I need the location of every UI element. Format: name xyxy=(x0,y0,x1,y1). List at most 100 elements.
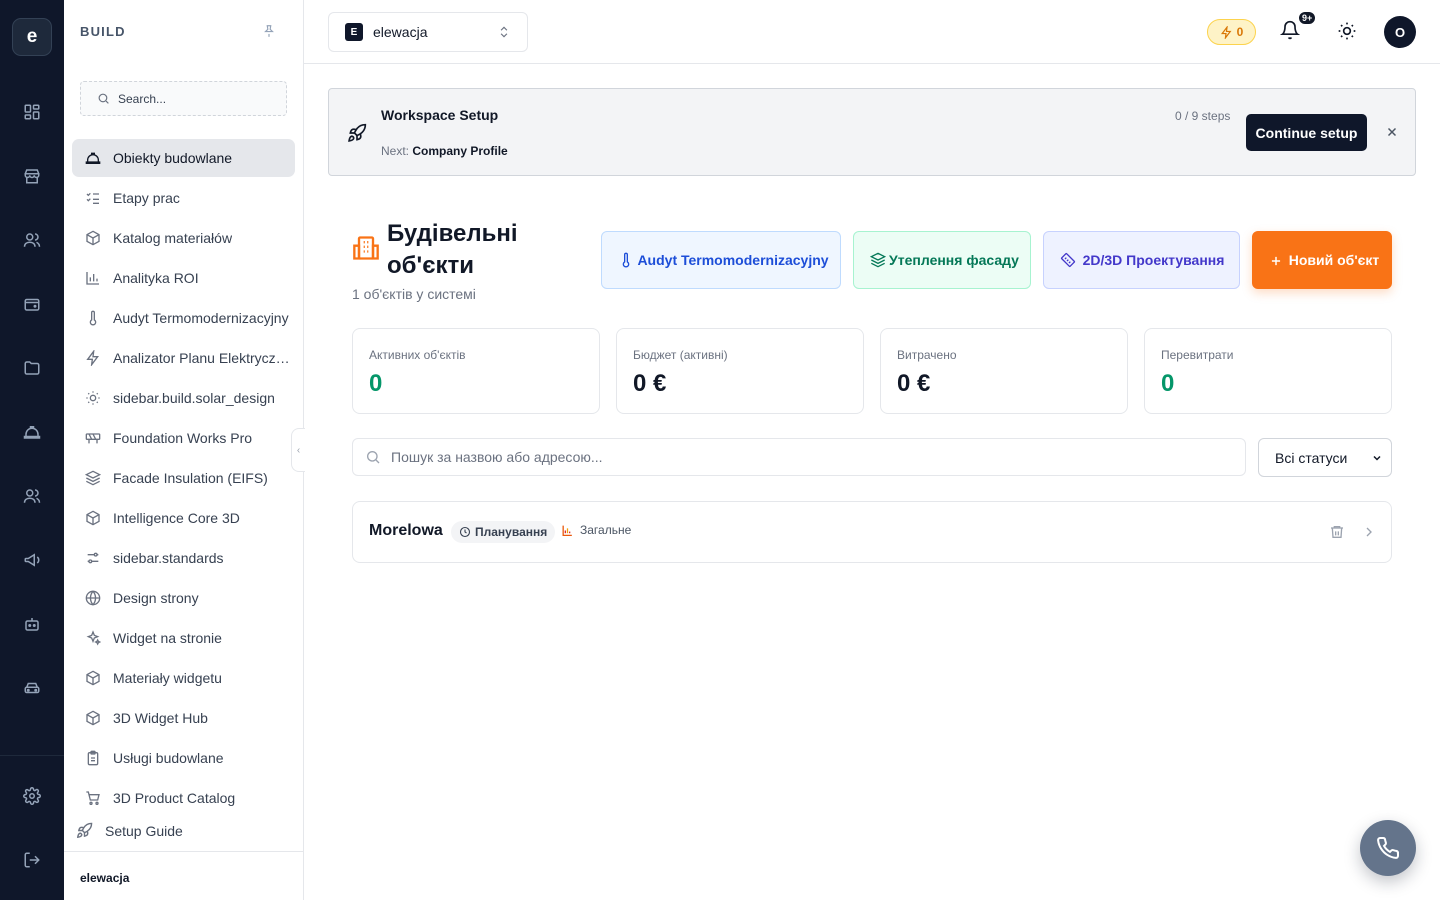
sidebar-item-analizator[interactable]: Analizator Planu Elektrycznego xyxy=(72,339,295,377)
workspace-select[interactable]: E elewacja xyxy=(328,12,528,52)
sidebar-item-uslugi-budowlane[interactable]: Usługi budowlane xyxy=(72,739,295,777)
sidebar-item-label: Foundation Works Pro xyxy=(113,430,253,446)
sidebar-item-label: Usługi budowlane xyxy=(113,750,224,766)
sidebar-item-label: Obiekty budowlane xyxy=(113,150,233,166)
sidebar-item-analityka-roi[interactable]: Analityka ROI xyxy=(72,259,295,297)
facade-insulation-button[interactable]: Утеплення фасаду xyxy=(853,231,1031,289)
sidebar-item-materialy-widgetu[interactable]: Materiały widgetu xyxy=(72,659,295,697)
logout-icon[interactable] xyxy=(16,844,48,876)
trash-icon[interactable] xyxy=(1329,524,1345,540)
users-icon[interactable] xyxy=(16,224,48,256)
sidebar-item-design-strony[interactable]: Design strony xyxy=(72,579,295,617)
app-logo[interactable]: e xyxy=(12,18,52,56)
sidebar-item-facade-insulation[interactable]: Facade Insulation (EIFS) xyxy=(72,459,295,497)
page-subtitle: 1 об'єктів у системі xyxy=(352,286,476,302)
sidebar-item-obiekty-budowlane[interactable]: Obiekty budowlane xyxy=(72,139,295,177)
new-object-button[interactable]: Новий об'єкт xyxy=(1252,231,1392,289)
sliders-icon xyxy=(87,552,99,564)
layers-icon xyxy=(85,470,101,486)
sidebar-item-foundation-works[interactable]: Foundation Works Pro xyxy=(72,419,295,457)
notifications-button[interactable] xyxy=(1280,20,1300,40)
box-icon xyxy=(86,710,100,726)
sidebar-item-label: sidebar.standards xyxy=(113,550,224,566)
chevron-right-icon[interactable] xyxy=(1361,524,1377,540)
chevrons-up-down-icon xyxy=(500,26,508,38)
sidebar-item-3d-product-catalog[interactable]: 3D Product Catalog xyxy=(72,779,295,817)
page-title: Будівельні об'єкти xyxy=(387,220,518,279)
sun-icon xyxy=(86,391,100,405)
setup-guide-label: Setup Guide xyxy=(105,822,183,839)
wallet-icon[interactable] xyxy=(16,288,48,320)
category-icon xyxy=(562,525,572,536)
close-icon[interactable] xyxy=(1385,125,1399,139)
object-search-placeholder: Пошук за назвою або адресою... xyxy=(391,449,603,465)
object-name: Morelowa xyxy=(369,522,443,539)
object-row[interactable]: Morelowa Планування Загальне xyxy=(352,501,1392,563)
sidebar-item-label: Analityka ROI xyxy=(113,270,199,286)
setup-guide-link[interactable]: Setup Guide xyxy=(76,822,183,839)
workspace-footer-name: elewacja xyxy=(80,871,130,885)
sidebar-item-katalog-materialow[interactable]: Katalog materiałów xyxy=(72,219,295,257)
grid-icon[interactable] xyxy=(16,96,48,128)
sun-icon xyxy=(1338,22,1356,40)
continue-setup-button[interactable]: Continue setup xyxy=(1246,114,1367,151)
credits-badge[interactable]: 0 xyxy=(1207,19,1256,45)
settings-icon[interactable] xyxy=(16,780,48,812)
sidebar-item-intelligence-core[interactable]: Intelligence Core 3D xyxy=(72,499,295,537)
stat-label: Бюджет (активні) xyxy=(633,348,728,362)
sidebar-nav: Obiekty budowlane Etapy prac Katalog mat… xyxy=(72,139,295,819)
sidebar-item-etapy-prac[interactable]: Etapy prac xyxy=(72,179,295,217)
user-avatar[interactable]: O xyxy=(1384,16,1416,48)
bot-icon[interactable] xyxy=(16,608,48,640)
pin-icon[interactable] xyxy=(262,24,276,38)
sidebar-item-label: Widget na stronie xyxy=(113,630,222,646)
setup-next-value: Company Profile xyxy=(412,144,508,158)
ruler-icon xyxy=(1060,252,1076,268)
call-button[interactable] xyxy=(1360,820,1416,876)
sidebar-item-solar-design[interactable]: sidebar.build.solar_design xyxy=(72,379,295,417)
setup-next: Next: Company Profile xyxy=(381,144,508,158)
sidebar-item-label: Etapy prac xyxy=(113,190,180,206)
stat-card-active: Активних об'єктів 0 xyxy=(352,328,600,414)
bar-chart-icon xyxy=(86,272,99,285)
layers-icon xyxy=(870,252,886,268)
sidebar-item-label: Materiały widgetu xyxy=(113,670,222,686)
chevron-down-icon xyxy=(1373,455,1381,461)
icon-rail: e xyxy=(0,0,64,900)
car-icon[interactable] xyxy=(16,672,48,704)
zap-icon xyxy=(86,350,99,366)
status-filter-value: Всі статуси xyxy=(1275,449,1348,466)
stat-value: 0 xyxy=(1161,370,1175,397)
hardhat-icon[interactable] xyxy=(16,416,48,448)
sidebar-item-standards[interactable]: sidebar.standards xyxy=(72,539,295,577)
sidebar-search-input[interactable]: Search... xyxy=(80,81,287,116)
sidebar-search-placeholder: Search... xyxy=(118,91,167,106)
notifications-badge: 9+ xyxy=(1297,10,1318,26)
setup-next-label: Next: xyxy=(381,144,410,158)
megaphone-icon[interactable] xyxy=(16,544,48,576)
sidebar-item-audyt[interactable]: Audyt Termomodernizacyjny xyxy=(72,299,295,337)
box-icon xyxy=(86,230,100,246)
status-filter-select[interactable]: Всі статуси xyxy=(1258,438,1392,477)
box-icon xyxy=(86,510,100,526)
stat-value: 0 xyxy=(369,370,383,397)
store-icon[interactable] xyxy=(16,160,48,192)
rail-divider xyxy=(0,755,64,756)
building-icon xyxy=(352,234,380,262)
construction-icon xyxy=(85,433,101,444)
team-icon[interactable] xyxy=(16,480,48,512)
workspace-setup-banner: Workspace Setup Next: Company Profile 0 … xyxy=(328,88,1416,176)
sidebar-item-3d-widget-hub[interactable]: 3D Widget Hub xyxy=(72,699,295,737)
workspace-name: elewacja xyxy=(373,24,428,40)
phone-icon xyxy=(1377,836,1400,859)
theme-toggle[interactable] xyxy=(1337,21,1357,41)
folder-icon[interactable] xyxy=(16,352,48,384)
object-search-input[interactable]: Пошук за назвою або адресою... xyxy=(352,438,1246,476)
audyt-label: Audyt Termomodernizacyjny xyxy=(637,252,829,268)
sidebar-collapse-handle[interactable]: ‹ xyxy=(291,428,305,472)
audyt-button[interactable]: Audyt Termomodernizacyjny xyxy=(601,231,841,289)
sidebar-item-widget-na-stronie[interactable]: Widget na stronie xyxy=(72,619,295,657)
stat-card-budget: Бюджет (активні) 0 € xyxy=(616,328,864,414)
design-2d3d-button[interactable]: 2D/3D Проектування xyxy=(1043,231,1240,289)
box-icon xyxy=(86,670,100,686)
